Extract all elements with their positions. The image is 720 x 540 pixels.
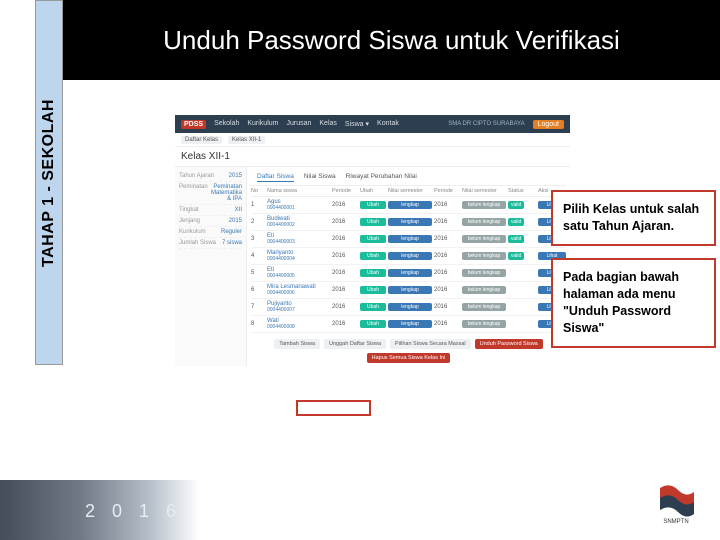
footer-year: 2 0 1 6 — [85, 501, 182, 522]
nilai2-button[interactable]: belum lengkap — [462, 201, 506, 209]
ubah-button[interactable]: Ubah — [360, 218, 386, 226]
slide-title: Unduh Password Siswa untuk Verifikasi — [163, 24, 620, 57]
sidebar-row: Jenjang2015 — [179, 216, 242, 227]
nilai2-button[interactable]: belum lengkap — [462, 218, 506, 226]
table-row: 3Eti00044000032016Ubahlengkap2016belum l… — [251, 231, 566, 248]
nilai-button[interactable]: lengkap — [388, 269, 432, 277]
tab[interactable]: Daftar Siswa — [257, 173, 294, 182]
navbar-user: SMA DR CIPTO SURABAYA — [448, 121, 524, 127]
table-row: 6Mira Lesmanawati00044000062016Ubahlengk… — [251, 282, 566, 299]
col-header: Nilai semester — [462, 188, 506, 194]
footer-actions: Tambah Siswa Unggah Daftar Siswa Pilihan S… — [251, 339, 566, 363]
tab[interactable]: Riwayat Perubahan Nilai — [346, 173, 417, 182]
sidebar-row: Jumlah Siswa7 siswa — [179, 238, 242, 249]
brand-logo: PDSS — [181, 120, 206, 129]
ubah-button[interactable]: Ubah — [360, 320, 386, 328]
sidebar-row: PeminatanPeminatan Matematika & IPA — [179, 182, 242, 205]
nilai-button[interactable]: lengkap — [388, 320, 432, 328]
col-header: Periode — [434, 188, 460, 194]
app-screenshot: PDSS Sekolah Kurikulum Jurusan Kelas Siswa ▾… — [175, 115, 570, 420]
snmptn-logo: SNMPTN — [650, 478, 702, 530]
ubah-button[interactable]: Ubah — [360, 286, 386, 294]
logo-caption: SNMPTN — [663, 519, 688, 525]
page-title: Kelas XII-1 — [175, 147, 570, 167]
table-header: NoNama siswaPeriodeUbahNilai semesterPer… — [251, 186, 566, 197]
navbar: PDSS Sekolah Kurikulum Jurusan Kelas Siswa ▾… — [175, 115, 570, 133]
tab[interactable]: Nilai Siswa — [304, 173, 336, 182]
callout-unduh-password: Pada bagian bawah halaman ada menu "Undu… — [551, 258, 716, 348]
nilai-button[interactable]: lengkap — [388, 218, 432, 226]
table-row: 8Wati00044000082016Ubahlengkap2016belum … — [251, 316, 566, 333]
nilai-button[interactable]: lengkap — [388, 235, 432, 243]
page-tabs: Daftar Siswa Nilai Siswa Riwayat Perubahan… — [251, 170, 566, 186]
col-header: Status — [508, 188, 536, 194]
sidebar-row: Tahun Ajaran2015 — [179, 171, 242, 182]
nilai2-button[interactable]: belum lengkap — [462, 286, 506, 294]
nilai2-button[interactable]: belum lengkap — [462, 235, 506, 243]
ubah-button[interactable]: Ubah — [360, 252, 386, 260]
breadcrumb-item[interactable]: Kelas XII-1 — [228, 136, 265, 144]
callout-pilih-kelas: Pilih Kelas untuk salah satu Tahun Ajara… — [551, 190, 716, 246]
col-header: No — [251, 188, 265, 194]
side-tab-label: TAHAP 1 - SEKOLAH — [40, 99, 58, 267]
footer-button[interactable]: Hapus Semua Siswa Kelas Ini — [367, 353, 451, 363]
table-row: 2Budiwati00044000022016Ubahlengkap2016be… — [251, 214, 566, 231]
nav-item[interactable]: Kontak — [377, 120, 399, 128]
sidebar-row: TingkatXII — [179, 205, 242, 216]
footer-button[interactable]: Unggah Daftar Siswa — [324, 339, 386, 349]
ubah-button[interactable]: Ubah — [360, 303, 386, 311]
col-header: Nilai semester — [388, 188, 432, 194]
table-row: 1Agus00044000012016Ubahlengkap2016belum … — [251, 197, 566, 214]
col-header: Ubah — [360, 188, 386, 194]
breadcrumb: Daftar Kelas Kelas XII-1 — [175, 133, 570, 147]
col-header: Nama siswa — [267, 188, 330, 194]
nilai-button[interactable]: lengkap — [388, 286, 432, 294]
student-table: Daftar Siswa Nilai Siswa Riwayat Perubahan… — [247, 167, 570, 366]
nilai2-button[interactable]: belum lengkap — [462, 269, 506, 277]
footer-button[interactable]: Pilihan Siswa Secara Massal — [390, 339, 471, 349]
info-sidebar: Tahun Ajaran2015PeminatanPeminatan Matem… — [175, 167, 247, 366]
nav-item[interactable]: Kurikulum — [247, 120, 278, 128]
navbar-items: Sekolah Kurikulum Jurusan Kelas Siswa ▾ Konta… — [214, 120, 399, 128]
table-row: 5Eti00044000052016Ubahlengkap2016belum l… — [251, 265, 566, 282]
nilai-button[interactable]: lengkap — [388, 252, 432, 260]
ubah-button[interactable]: Ubah — [360, 201, 386, 209]
table-row: 4Mariyanto00044000042016Ubahlengkap2016b… — [251, 248, 566, 265]
nav-item[interactable]: Siswa ▾ — [345, 120, 369, 128]
nilai-button[interactable]: lengkap — [388, 303, 432, 311]
highlight-unduh-password — [296, 400, 371, 416]
nav-item[interactable]: Jurusan — [286, 120, 311, 128]
flag-icon — [656, 484, 696, 518]
ubah-button[interactable]: Ubah — [360, 269, 386, 277]
sidebar-row: KurikulumReguler — [179, 227, 242, 238]
nilai2-button[interactable]: belum lengkap — [462, 320, 506, 328]
footer-button[interactable]: Tambah Siswa — [274, 339, 320, 349]
col-header: Periode — [332, 188, 358, 194]
nilai2-button[interactable]: belum lengkap — [462, 252, 506, 260]
nav-item[interactable]: Sekolah — [214, 120, 239, 128]
footer-button[interactable]: Unduh Password Siswa — [475, 339, 543, 349]
logout-button[interactable]: Logout — [533, 120, 564, 129]
slide-title-bar: Unduh Password Siswa untuk Verifikasi — [63, 0, 720, 80]
nilai2-button[interactable]: belum lengkap — [462, 303, 506, 311]
breadcrumb-item[interactable]: Daftar Kelas — [181, 136, 222, 144]
nilai-button[interactable]: lengkap — [388, 201, 432, 209]
nav-item[interactable]: Kelas — [319, 120, 337, 128]
side-tab: TAHAP 1 - SEKOLAH — [35, 0, 63, 365]
ubah-button[interactable]: Ubah — [360, 235, 386, 243]
table-row: 7Pujiyanto00044000072016Ubahlengkap2016b… — [251, 299, 566, 316]
